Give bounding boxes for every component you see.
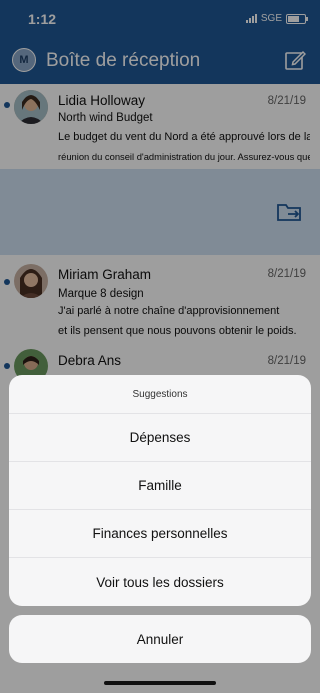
option-famille[interactable]: Famille xyxy=(9,462,311,510)
cancel-button[interactable]: Annuler xyxy=(9,615,311,663)
home-indicator[interactable] xyxy=(104,681,216,685)
action-sheet-title: Suggestions xyxy=(9,375,311,414)
action-sheet: Suggestions Dépenses Famille Finances pe… xyxy=(9,375,311,606)
option-depenses[interactable]: Dépenses xyxy=(9,414,311,462)
option-finances-personnelles[interactable]: Finances personnelles xyxy=(9,510,311,558)
option-voir-tous-les-dossiers[interactable]: Voir tous les dossiers xyxy=(9,558,311,606)
